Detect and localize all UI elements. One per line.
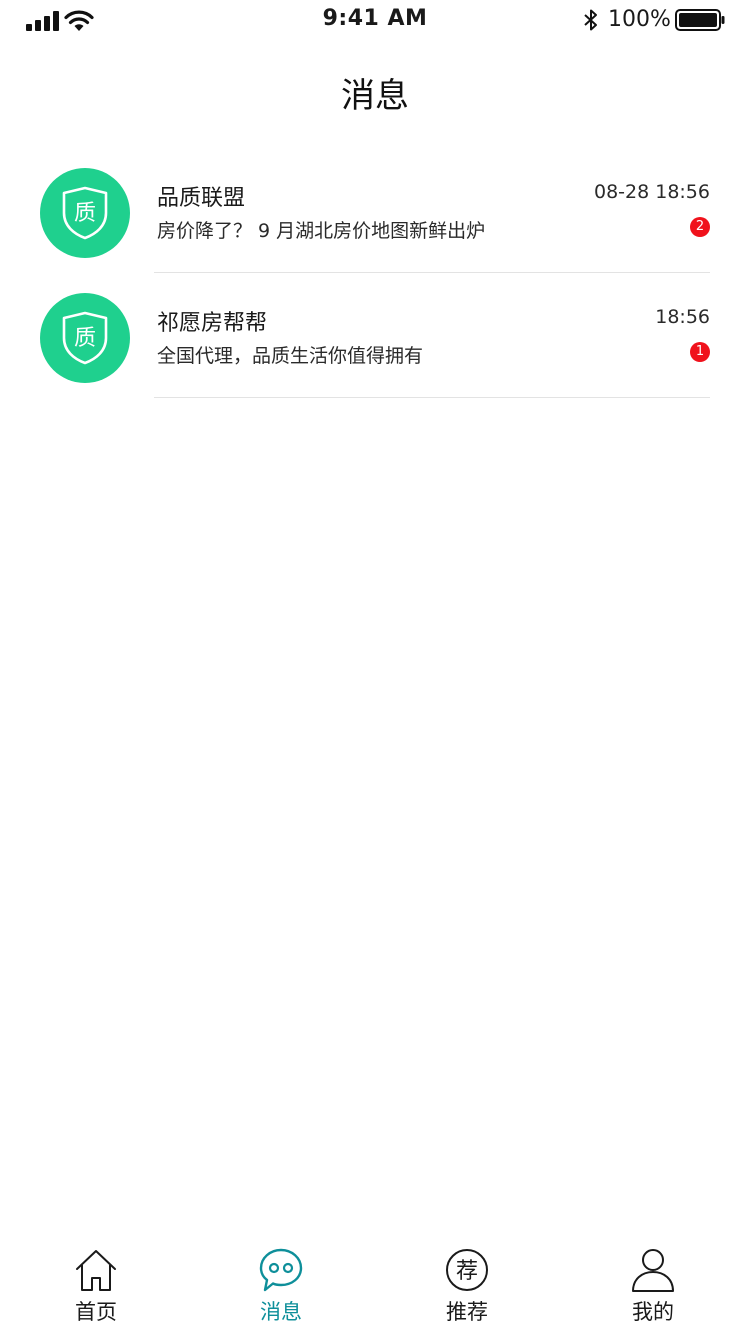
- tab-profile[interactable]: 我的: [598, 1240, 708, 1334]
- avatar-glyph: 质: [74, 326, 96, 351]
- message-time: 08-28 18:56: [593, 181, 710, 203]
- status-bar: 9:41 AM 100%: [0, 0, 750, 40]
- message-sender: 品质联盟: [157, 186, 246, 211]
- message-sender: 祁愿房帮帮: [157, 311, 268, 336]
- tab-home[interactable]: 首页: [41, 1240, 151, 1334]
- message-icon: [259, 1248, 303, 1292]
- shield-icon: 质: [62, 186, 108, 240]
- battery-percentage: 100%: [608, 7, 671, 32]
- tab-label: 我的: [632, 1300, 674, 1324]
- list-divider: [154, 397, 710, 398]
- message-preview: 全国代理，品质生活你值得拥有: [157, 345, 424, 367]
- recommend-icon: 荐: [446, 1249, 488, 1291]
- message-time: 18:56: [655, 306, 710, 328]
- tab-messages[interactable]: 消息: [226, 1240, 336, 1334]
- unread-badge: 1: [690, 342, 710, 362]
- recommend-glyph: 荐: [456, 1259, 478, 1284]
- bluetooth-icon: [584, 9, 597, 31]
- avatar-glyph: 质: [74, 201, 96, 226]
- avatar: 质: [40, 168, 130, 258]
- page-title: 消息: [341, 76, 409, 116]
- shield-icon: 质: [62, 311, 108, 365]
- unread-badge: 2: [690, 217, 710, 237]
- tab-label: 首页: [75, 1300, 117, 1324]
- message-preview: 房价降了？ 9 月湖北房价地图新鲜出炉: [157, 220, 486, 242]
- tab-label: 推荐: [446, 1300, 488, 1324]
- tab-label: 消息: [260, 1300, 302, 1324]
- tab-bar: 首页 消息 荐 推荐 我的: [0, 1240, 750, 1334]
- battery-icon: [675, 9, 725, 31]
- tab-recommend[interactable]: 荐 推荐: [412, 1240, 522, 1334]
- home-icon: [76, 1250, 116, 1291]
- list-divider: [154, 272, 710, 273]
- avatar: 质: [40, 293, 130, 383]
- profile-icon: [632, 1249, 674, 1292]
- messages-screen: 9:41 AM 100% 消息 质 品质联盟 08-28 18:56 房价降了？…: [0, 0, 750, 1334]
